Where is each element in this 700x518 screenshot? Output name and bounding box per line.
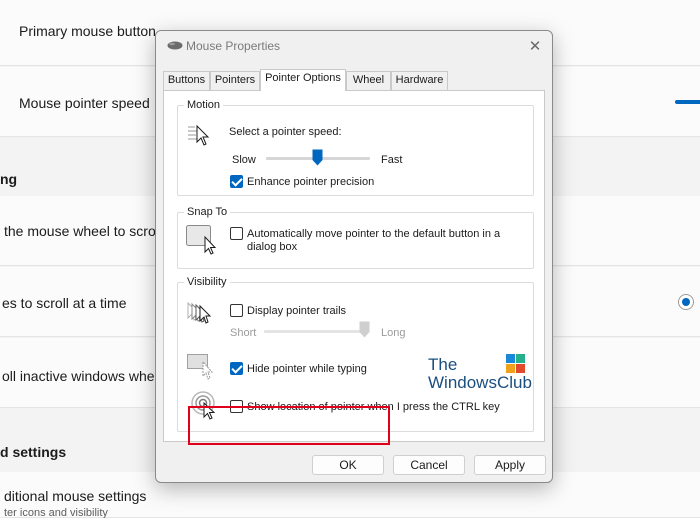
watermark-line2: WindowsClub — [428, 373, 532, 392]
watermark-logo-icon — [506, 354, 525, 373]
tab-pointers[interactable]: Pointers — [210, 71, 260, 90]
lines-scroll-slider-thumb[interactable] — [678, 294, 694, 310]
snap-to-checkbox[interactable] — [230, 227, 243, 240]
tab-pointer-options[interactable]: Pointer Options — [260, 69, 346, 91]
red-highlight-box — [188, 406, 390, 445]
pointer-trails-icon — [187, 301, 212, 324]
tab-buttons[interactable]: Buttons — [163, 71, 210, 90]
trails-length-track — [264, 330, 366, 333]
close-button[interactable]: ✕ — [518, 31, 552, 61]
additional-settings-label: ditional mouse settings — [4, 488, 147, 504]
related-settings-heading: d settings — [0, 444, 67, 460]
motion-group: Motion Select a pointer speed: Slow Fast… — [177, 99, 534, 196]
trails-long-label: Long — [381, 327, 406, 339]
select-speed-label: Select a pointer speed: — [229, 126, 342, 138]
lines-scroll-label: es to scroll at a time — [2, 295, 127, 311]
snap-to-group-label: Snap To — [184, 206, 231, 218]
scrolling-heading: ng — [0, 171, 18, 187]
snap-to-label-line2[interactable]: dialog box — [247, 241, 297, 253]
pointer-speed-icon — [188, 124, 210, 146]
watermark: The WindowsClub — [428, 354, 532, 392]
pointer-trails-label[interactable]: Display pointer trails — [247, 305, 346, 317]
pointer-speed-thumb[interactable] — [312, 149, 323, 166]
hide-pointer-label[interactable]: Hide pointer while typing — [247, 363, 367, 375]
pointer-speed-label: Mouse pointer speed — [19, 95, 150, 111]
trails-short-label: Short — [230, 327, 257, 339]
pointer-options-panel: Motion Select a pointer speed: Slow Fast… — [163, 90, 545, 445]
inactive-scroll-label: oll inactive windows when — [2, 368, 163, 384]
slow-label: Slow — [232, 154, 256, 166]
pointer-speed-slider[interactable] — [675, 100, 700, 104]
primary-button-label: Primary mouse button — [19, 23, 156, 39]
pointer-trails-checkbox[interactable] — [230, 304, 243, 317]
additional-settings-sublabel: ter icons and visibility — [4, 507, 108, 518]
wheel-scroll-label: the mouse wheel to scro — [4, 223, 156, 239]
hide-pointer-checkbox[interactable] — [230, 362, 243, 375]
enhance-precision-label[interactable]: Enhance pointer precision — [247, 176, 374, 188]
cancel-button[interactable]: Cancel — [393, 455, 465, 475]
visibility-group-label: Visibility — [184, 276, 230, 288]
fast-label: Fast — [381, 154, 403, 166]
snap-to-label-line1[interactable]: Automatically move pointer to the defaul… — [247, 228, 500, 240]
close-icon: ✕ — [528, 38, 542, 55]
mouse-icon — [167, 41, 183, 50]
mouse-properties-dialog: Mouse Properties ✕ Buttons Pointers Poin… — [155, 30, 553, 483]
apply-button[interactable]: Apply — [474, 455, 546, 475]
snap-to-group: Snap To Automatically move pointer to th… — [177, 206, 534, 269]
motion-group-label: Motion — [184, 99, 224, 111]
tab-hardware[interactable]: Hardware — [391, 71, 448, 90]
snap-to-icon — [186, 225, 217, 255]
tab-wheel[interactable]: Wheel — [346, 71, 391, 90]
enhance-precision-checkbox[interactable] — [230, 175, 243, 188]
dialog-title: Mouse Properties — [186, 39, 281, 53]
trails-length-thumb — [359, 321, 370, 338]
hide-pointer-icon — [187, 354, 214, 380]
dialog-titlebar[interactable]: Mouse Properties ✕ — [156, 31, 552, 61]
ok-button[interactable]: OK — [312, 455, 384, 475]
